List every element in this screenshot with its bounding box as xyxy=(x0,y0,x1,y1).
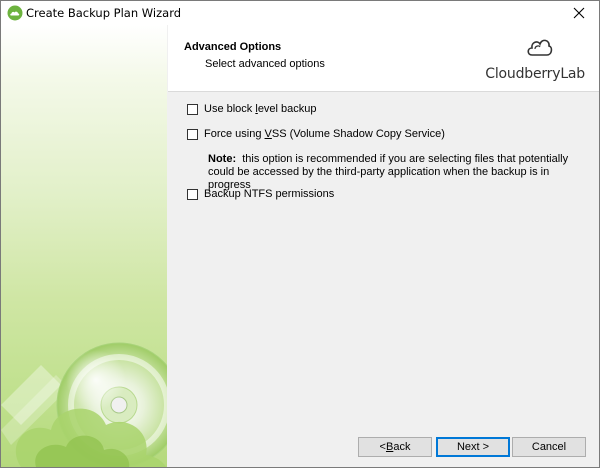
ntfs-permissions-option[interactable]: Backup NTFS permissions xyxy=(187,188,334,200)
note-label: Note: xyxy=(208,153,237,165)
block-level-backup-label: Use block level backup xyxy=(204,103,317,115)
title-bar: Create Backup Plan Wizard xyxy=(1,1,599,25)
vss-note: Note: this option is recommended if you … xyxy=(208,153,588,192)
options-panel: Use block level backup Force using VSS (… xyxy=(168,92,599,422)
cd-disc-graphic xyxy=(1,342,167,467)
logo-text: CloudberryLab xyxy=(485,66,585,82)
force-vss-option[interactable]: Force using VSS (Volume Shadow Copy Serv… xyxy=(187,128,445,140)
block-level-backup-option[interactable]: Use block level backup xyxy=(187,103,317,115)
ntfs-permissions-label: Backup NTFS permissions xyxy=(204,188,335,200)
window-title: Create Backup Plan Wizard xyxy=(26,6,182,20)
block-level-backup-checkbox[interactable] xyxy=(187,103,198,115)
wizard-header: Advanced Options Select advanced options… xyxy=(168,25,599,92)
ntfs-permissions-checkbox[interactable] xyxy=(187,188,198,200)
next-button[interactable]: Next > xyxy=(436,437,510,457)
wizard-window: Create Backup Plan Wizard Advanced Optio… xyxy=(0,0,600,468)
cloudberry-app-icon xyxy=(7,5,23,21)
back-button[interactable]: < Back xyxy=(358,437,432,457)
cloudberry-logo: CloudberryLab xyxy=(485,33,585,85)
force-vss-label: Force using VSS (Volume Shadow Copy Serv… xyxy=(204,128,445,140)
page-title: Advanced Options xyxy=(184,41,282,53)
note-text: this option is recommended if you are se… xyxy=(208,153,569,191)
close-icon[interactable] xyxy=(565,3,593,23)
cloud-logo-icon xyxy=(525,33,553,64)
wizard-sidebar-graphic xyxy=(1,25,167,467)
force-vss-checkbox[interactable] xyxy=(187,128,198,140)
cancel-button[interactable]: Cancel xyxy=(512,437,586,457)
page-subtitle: Select advanced options xyxy=(205,58,325,70)
